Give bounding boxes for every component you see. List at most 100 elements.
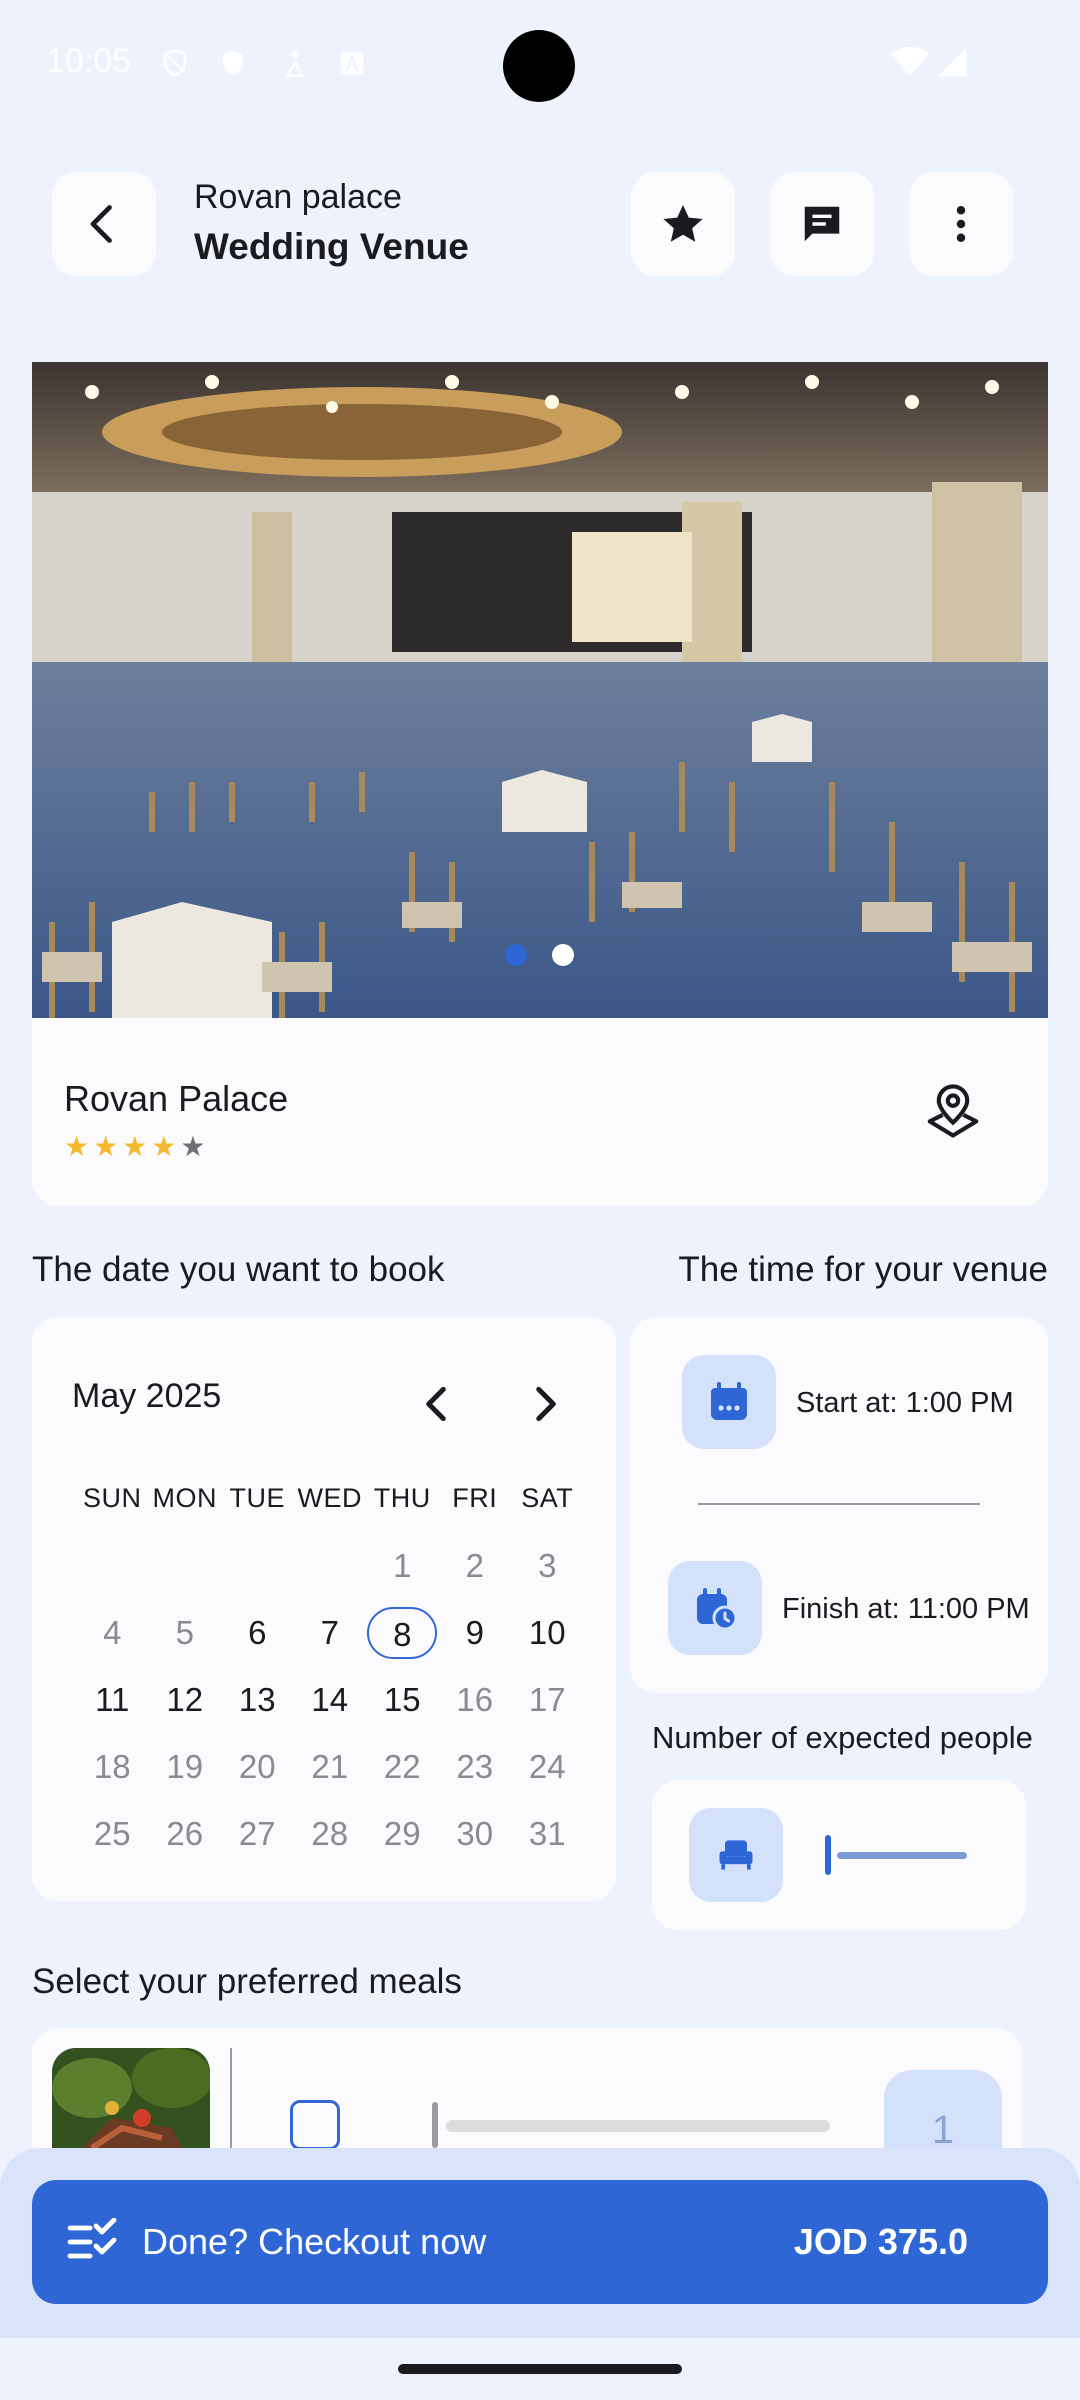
calendar-day: 22 (366, 1748, 439, 1786)
people-card (652, 1780, 1026, 1930)
empty-star: ★ (180, 1131, 210, 1162)
calendar-day-number: 29 (383, 1814, 421, 1852)
calendar-day-number: 12 (166, 1680, 204, 1718)
shield-icon (223, 50, 243, 76)
meal-slider-track[interactable] (446, 2120, 830, 2132)
calendar-day[interactable]: 10 (511, 1614, 584, 1652)
calendar-day: 29 (366, 1815, 439, 1853)
calendar-day-number: 15 (383, 1680, 421, 1718)
people-slider-thumb[interactable] (825, 1835, 831, 1875)
calendar-icon (711, 1382, 747, 1420)
calendar-day-number: 7 (320, 1613, 339, 1651)
calendar-day-number: 30 (456, 1814, 494, 1852)
carousel-dot-active[interactable] (505, 944, 527, 966)
date-section-label: The date you want to book (32, 1250, 445, 1289)
favorite-button[interactable] (631, 172, 735, 276)
calendar-day-number: 27 (238, 1814, 276, 1852)
calendar-day[interactable]: 14 (294, 1681, 367, 1719)
calendar-day: 23 (439, 1748, 512, 1786)
calendar-day[interactable]: 15 (366, 1681, 439, 1719)
finish-time-button[interactable] (668, 1561, 762, 1655)
calendar-day-number: 22 (383, 1747, 421, 1785)
calendar-day-number: 8 (367, 1606, 438, 1659)
calendar-day-number: 4 (103, 1613, 122, 1651)
checkout-price: JOD 375.0 (793, 2221, 968, 2262)
finish-time-label: Finish at: 11:00 PM (782, 1593, 1030, 1625)
meals-section-label: Select your preferred meals (32, 1962, 462, 2001)
calendar-day-number: 11 (95, 1680, 130, 1718)
calendar-day[interactable]: 11 (76, 1681, 149, 1719)
calendar-day: 27 (221, 1815, 294, 1853)
calendar-day-number: 14 (311, 1680, 349, 1718)
shield-off-icon (163, 49, 187, 77)
calendar-day: 21 (294, 1748, 367, 1786)
time-section-label: The time for your venue (678, 1250, 1048, 1289)
next-month-icon[interactable] (520, 1379, 570, 1429)
calendar-day[interactable]: 12 (149, 1681, 222, 1719)
start-time-label: Start at: 1:00 PM (796, 1387, 1014, 1419)
venue-info-card: Rovan Palace ★★★★★ (32, 1018, 1048, 1206)
calendar-card: May 2025 SUN MON TUE WED THU FRI SAT 1 2 3 4 5 6 7 8 9 1… (32, 1317, 616, 1901)
calendar-day[interactable]: 6 (221, 1614, 294, 1652)
calendar-day-number: 5 (175, 1613, 194, 1651)
calendar-day-number: 3 (538, 1546, 557, 1584)
calendar-day-number: 9 (465, 1613, 484, 1651)
rating-stars: ★★★★★ (64, 1130, 210, 1163)
calendar-day[interactable]: 9 (439, 1614, 512, 1652)
venue-subtitle: Rovan palace (194, 178, 402, 216)
weekday-label: MON (152, 1483, 217, 1513)
carousel-dot[interactable] (552, 944, 574, 966)
meal-checkbox[interactable] (290, 2100, 340, 2150)
calendar-grid: SUN MON TUE WED THU FRI SAT 1 2 3 4 5 6 7 8 9 10 11 12 13 14… (76, 1465, 584, 1867)
calendar-day-number: 25 (93, 1814, 131, 1852)
calendar-day: 30 (439, 1815, 512, 1853)
checkout-button[interactable]: Done? Checkout now JOD 375.0 (32, 2180, 1048, 2304)
calendar-day-selected[interactable]: 8 (366, 1606, 439, 1659)
message-button[interactable] (770, 172, 874, 276)
calendar-day-number: 19 (166, 1747, 204, 1785)
calendar-day-number: 6 (248, 1613, 267, 1651)
calendar-day: 28 (294, 1815, 367, 1853)
calendar-day-number: 10 (528, 1613, 566, 1651)
calendar-day: 31 (511, 1815, 584, 1853)
calendar-day-number: 21 (311, 1747, 349, 1785)
more-vert-icon (956, 206, 966, 242)
calendar-day-number: 17 (528, 1680, 566, 1718)
star-icon (663, 205, 703, 242)
checklist-icon (67, 2218, 117, 2259)
more-options-button[interactable] (909, 172, 1013, 276)
venue-time-card: Start at: 1:00 PM Finish at: 11:00 PM (630, 1317, 1048, 1693)
calendar-day[interactable]: 7 (294, 1614, 367, 1652)
weekday-label: THU (373, 1483, 431, 1513)
calendar-day: 2 (439, 1547, 512, 1585)
calendar-day-number: 23 (456, 1747, 494, 1785)
calendar-day: 17 (511, 1681, 584, 1719)
calendar-day[interactable]: 13 (221, 1681, 294, 1719)
calendar-day: 26 (149, 1815, 222, 1853)
calendar-day-number: 18 (93, 1747, 131, 1785)
venue-photo[interactable] (32, 362, 1048, 1018)
calendar-month: May 2025 (72, 1377, 222, 1415)
page-title: Wedding Venue (194, 226, 469, 267)
weekday-label: SUN (82, 1483, 142, 1513)
calendar-day: 4 (76, 1614, 149, 1652)
weekday-label: FRI (452, 1483, 498, 1513)
venue-name: Rovan Palace (64, 1078, 289, 1119)
calendar-day: 5 (149, 1614, 222, 1652)
camera-cutout (503, 30, 575, 102)
back-button[interactable] (52, 172, 156, 276)
map-location-icon[interactable] (922, 1080, 984, 1142)
people-slider-track[interactable] (837, 1852, 967, 1859)
calendar-day: 25 (76, 1815, 149, 1853)
start-time-button[interactable] (682, 1355, 776, 1449)
meal-slider-thumb[interactable] (432, 2102, 438, 2148)
calendar-day-number: 28 (311, 1814, 349, 1852)
calendar-day: 1 (366, 1547, 439, 1585)
calendar-day-number: 13 (238, 1680, 276, 1718)
calendar-day-number: 24 (528, 1747, 566, 1785)
calendar-day: 20 (221, 1748, 294, 1786)
people-section-label: Number of expected people (652, 1720, 1033, 1755)
signal-icon (937, 47, 967, 77)
prev-month-icon[interactable] (412, 1379, 462, 1429)
home-indicator[interactable] (398, 2364, 682, 2374)
